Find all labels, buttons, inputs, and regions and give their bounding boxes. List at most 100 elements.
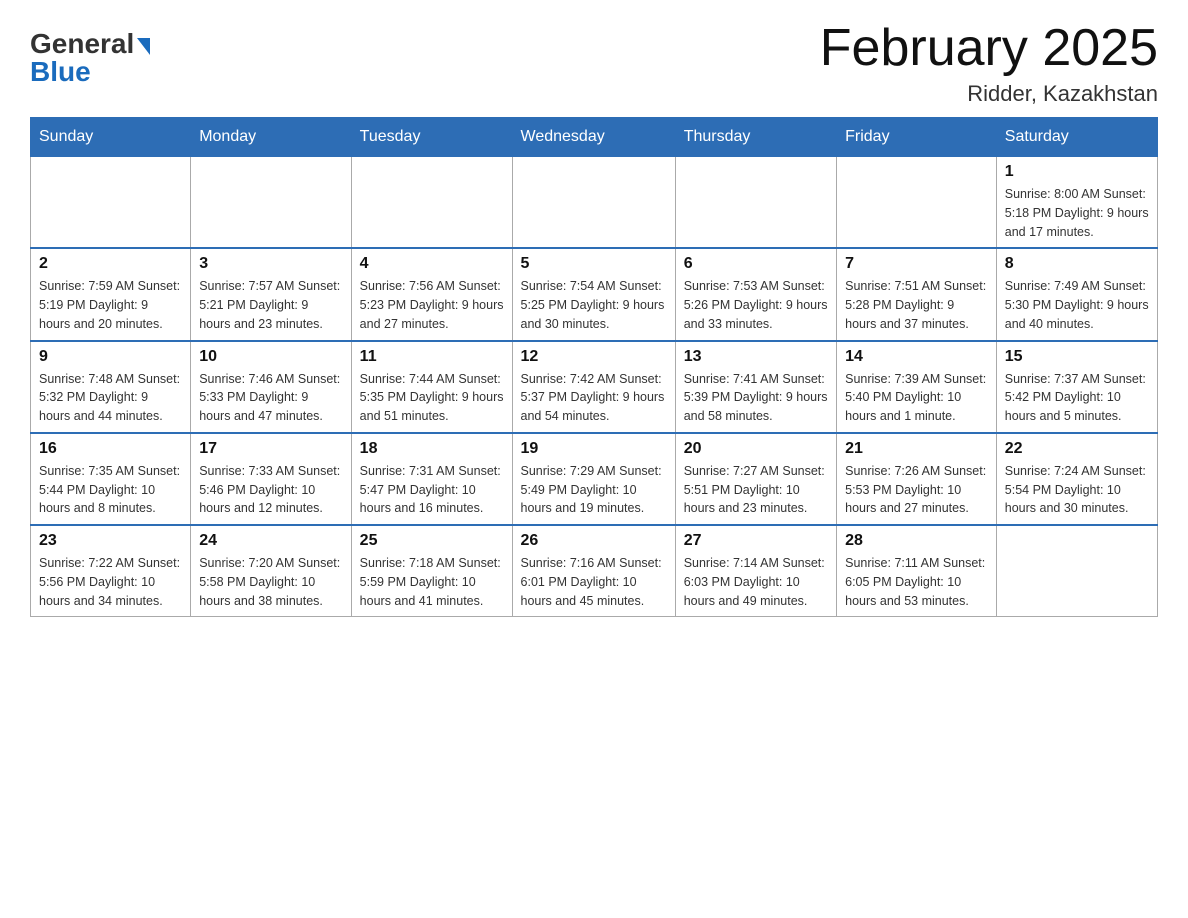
header-thursday: Thursday [675, 118, 836, 157]
day-number: 15 [1005, 348, 1149, 366]
day-number: 20 [684, 440, 828, 458]
day-info: Sunrise: 7:54 AM Sunset: 5:25 PM Dayligh… [521, 277, 667, 333]
table-row: 2Sunrise: 7:59 AM Sunset: 5:19 PM Daylig… [31, 248, 191, 340]
day-info: Sunrise: 7:37 AM Sunset: 5:42 PM Dayligh… [1005, 370, 1149, 426]
table-row: 17Sunrise: 7:33 AM Sunset: 5:46 PM Dayli… [191, 433, 351, 525]
day-info: Sunrise: 7:57 AM Sunset: 5:21 PM Dayligh… [199, 277, 342, 333]
calendar-week-row: 23 Sunrise: 7:22 AM Sunset: 5:56 PM Dayli… [31, 525, 1158, 617]
day-info: Sunrise: 7:24 AM Sunset: 5:54 PM Dayligh… [1005, 462, 1149, 518]
table-row: 9Sunrise: 7:48 AM Sunset: 5:32 PM Daylig… [31, 341, 191, 433]
table-row: 18 Sunrise: 7:31 AM Sunset: 5:47 PM Dayli… [351, 433, 512, 525]
table-row: 23 Sunrise: 7:22 AM Sunset: 5:56 PM Dayli… [31, 525, 191, 617]
table-row: 3 Sunrise: 7:57 AM Sunset: 5:21 PM Daylig… [191, 248, 351, 340]
day-info: Sunrise: 7:49 AM Sunset: 5:30 PM Dayligh… [1005, 277, 1149, 333]
day-number: 13 [684, 348, 828, 366]
weekday-header-row: Sunday Monday Tuesday Wednesday Thursday… [31, 118, 1158, 157]
day-number: 9 [39, 348, 182, 366]
day-number: 1 [1005, 163, 1149, 181]
page-header: General Blue February 2025 Ridder, Kazak… [30, 20, 1158, 107]
table-row [675, 157, 836, 249]
day-info: Sunrise: 7:44 AM Sunset: 5:35 PM Dayligh… [360, 370, 504, 426]
table-row [191, 157, 351, 249]
title-area: February 2025 Ridder, Kazakhstan [820, 20, 1158, 107]
logo-blue: Blue [30, 58, 91, 86]
day-info: Sunrise: 7:11 AM Sunset: 6:05 PM Dayligh… [845, 554, 988, 610]
table-row: 1 Sunrise: 8:00 AM Sunset: 5:18 PM Daylig… [996, 157, 1157, 249]
table-row: 20 Sunrise: 7:27 AM Sunset: 5:51 PM Dayli… [675, 433, 836, 525]
day-number: 2 [39, 255, 182, 273]
table-row: 21 Sunrise: 7:26 AM Sunset: 5:53 PM Dayli… [837, 433, 997, 525]
table-row [837, 157, 997, 249]
table-row: 22 Sunrise: 7:24 AM Sunset: 5:54 PM Dayli… [996, 433, 1157, 525]
day-info: Sunrise: 7:39 AM Sunset: 5:40 PM Dayligh… [845, 370, 988, 426]
day-info: Sunrise: 7:33 AM Sunset: 5:46 PM Dayligh… [199, 462, 342, 518]
logo: General Blue [30, 30, 150, 86]
day-number: 12 [521, 348, 667, 366]
header-monday: Monday [191, 118, 351, 157]
table-row: 27 Sunrise: 7:14 AM Sunset: 6:03 PM Dayli… [675, 525, 836, 617]
table-row: 11 Sunrise: 7:44 AM Sunset: 5:35 PM Dayli… [351, 341, 512, 433]
day-number: 14 [845, 348, 988, 366]
table-row [996, 525, 1157, 617]
table-row: 25 Sunrise: 7:18 AM Sunset: 5:59 PM Dayli… [351, 525, 512, 617]
calendar-table: Sunday Monday Tuesday Wednesday Thursday… [30, 117, 1158, 617]
header-sunday: Sunday [31, 118, 191, 157]
day-info: Sunrise: 7:42 AM Sunset: 5:37 PM Dayligh… [521, 370, 667, 426]
day-info: Sunrise: 7:27 AM Sunset: 5:51 PM Dayligh… [684, 462, 828, 518]
day-info: Sunrise: 7:18 AM Sunset: 5:59 PM Dayligh… [360, 554, 504, 610]
header-wednesday: Wednesday [512, 118, 675, 157]
day-info: Sunrise: 7:22 AM Sunset: 5:56 PM Dayligh… [39, 554, 182, 610]
day-number: 19 [521, 440, 667, 458]
table-row: 4Sunrise: 7:56 AM Sunset: 5:23 PM Daylig… [351, 248, 512, 340]
day-number: 5 [521, 255, 667, 273]
day-info: Sunrise: 7:46 AM Sunset: 5:33 PM Dayligh… [199, 370, 342, 426]
day-number: 18 [360, 440, 504, 458]
day-number: 21 [845, 440, 988, 458]
table-row: 19 Sunrise: 7:29 AM Sunset: 5:49 PM Dayli… [512, 433, 675, 525]
table-row: 24Sunrise: 7:20 AM Sunset: 5:58 PM Dayli… [191, 525, 351, 617]
header-friday: Friday [837, 118, 997, 157]
day-info: Sunrise: 7:29 AM Sunset: 5:49 PM Dayligh… [521, 462, 667, 518]
table-row: 8 Sunrise: 7:49 AM Sunset: 5:30 PM Daylig… [996, 248, 1157, 340]
table-row: 15 Sunrise: 7:37 AM Sunset: 5:42 PM Dayli… [996, 341, 1157, 433]
day-number: 27 [684, 532, 828, 550]
day-info: Sunrise: 7:41 AM Sunset: 5:39 PM Dayligh… [684, 370, 828, 426]
day-info: Sunrise: 7:35 AM Sunset: 5:44 PM Dayligh… [39, 462, 182, 518]
table-row: 12 Sunrise: 7:42 AM Sunset: 5:37 PM Dayli… [512, 341, 675, 433]
calendar-week-row: 2Sunrise: 7:59 AM Sunset: 5:19 PM Daylig… [31, 248, 1158, 340]
day-info: Sunrise: 7:26 AM Sunset: 5:53 PM Dayligh… [845, 462, 988, 518]
day-number: 23 [39, 532, 182, 550]
day-number: 10 [199, 348, 342, 366]
table-row [512, 157, 675, 249]
day-info: Sunrise: 7:51 AM Sunset: 5:28 PM Dayligh… [845, 277, 988, 333]
table-row [351, 157, 512, 249]
logo-triangle-icon [137, 38, 150, 55]
day-number: 4 [360, 255, 504, 273]
day-info: Sunrise: 7:31 AM Sunset: 5:47 PM Dayligh… [360, 462, 504, 518]
table-row: 7 Sunrise: 7:51 AM Sunset: 5:28 PM Daylig… [837, 248, 997, 340]
location-title: Ridder, Kazakhstan [820, 81, 1158, 107]
day-number: 7 [845, 255, 988, 273]
day-number: 28 [845, 532, 988, 550]
day-number: 16 [39, 440, 182, 458]
calendar-week-row: 16 Sunrise: 7:35 AM Sunset: 5:44 PM Dayli… [31, 433, 1158, 525]
table-row [31, 157, 191, 249]
header-saturday: Saturday [996, 118, 1157, 157]
day-number: 22 [1005, 440, 1149, 458]
day-info: Sunrise: 7:14 AM Sunset: 6:03 PM Dayligh… [684, 554, 828, 610]
day-number: 3 [199, 255, 342, 273]
table-row: 6Sunrise: 7:53 AM Sunset: 5:26 PM Daylig… [675, 248, 836, 340]
logo-general: General [30, 28, 134, 59]
day-info: Sunrise: 8:00 AM Sunset: 5:18 PM Dayligh… [1005, 185, 1149, 241]
day-info: Sunrise: 7:16 AM Sunset: 6:01 PM Dayligh… [521, 554, 667, 610]
day-info: Sunrise: 7:20 AM Sunset: 5:58 PM Dayligh… [199, 554, 342, 610]
table-row: 28 Sunrise: 7:11 AM Sunset: 6:05 PM Dayli… [837, 525, 997, 617]
month-title: February 2025 [820, 20, 1158, 77]
day-number: 25 [360, 532, 504, 550]
header-tuesday: Tuesday [351, 118, 512, 157]
day-number: 11 [360, 348, 504, 366]
day-number: 8 [1005, 255, 1149, 273]
table-row: 16 Sunrise: 7:35 AM Sunset: 5:44 PM Dayli… [31, 433, 191, 525]
table-row: 13 Sunrise: 7:41 AM Sunset: 5:39 PM Dayli… [675, 341, 836, 433]
table-row: 14 Sunrise: 7:39 AM Sunset: 5:40 PM Dayli… [837, 341, 997, 433]
